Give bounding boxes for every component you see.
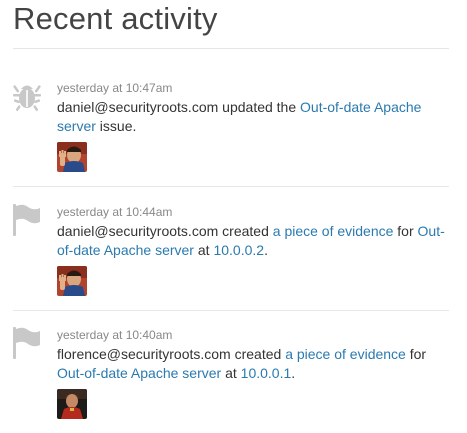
activity-body: yesterday at 10:40am florence@securityro…	[57, 327, 457, 419]
node-link[interactable]: 10.0.0.1	[241, 365, 292, 381]
node-link[interactable]: 10.0.0.2	[213, 242, 264, 258]
activity-sentence: florence@securityroots.com created a pie…	[57, 345, 457, 383]
activity-sentence: daniel@securityroots.com created a piece…	[57, 222, 457, 260]
activity-divider	[13, 186, 449, 187]
activity-timestamp: yesterday at 10:40am	[57, 328, 173, 342]
activity-sentence: daniel@securityroots.com updated the Out…	[57, 98, 457, 136]
activity-text: for	[393, 223, 418, 239]
avatar	[57, 389, 87, 419]
activity-timestamp: yesterday at 10:44am	[57, 205, 173, 219]
issue-link[interactable]: Out-of-date Apache server	[57, 365, 221, 381]
page-title: Recent activity	[13, 1, 218, 36]
activity-timestamp: yesterday at 10:47am	[57, 81, 173, 95]
activity-body: yesterday at 10:44am daniel@securityroot…	[57, 204, 457, 296]
evidence-link[interactable]: a piece of evidence	[285, 346, 406, 362]
evidence-link[interactable]: a piece of evidence	[273, 223, 394, 239]
flag-icon	[12, 327, 42, 361]
activity-verb: created	[230, 346, 286, 362]
avatar	[57, 142, 87, 172]
activity-text: at	[193, 242, 214, 258]
actor-name: daniel@securityroots.com	[57, 223, 219, 239]
activity-divider	[13, 310, 449, 311]
activity-body: yesterday at 10:47am daniel@securityroot…	[57, 80, 457, 172]
title-divider	[13, 48, 449, 49]
flag-icon	[12, 204, 42, 238]
actor-name: florence@securityroots.com	[57, 346, 231, 362]
actor-name: daniel@securityroots.com	[57, 99, 219, 115]
activity-tail: issue.	[95, 118, 137, 134]
activity-text: at	[221, 365, 241, 381]
activity-text: for	[405, 346, 427, 362]
activity-tail: .	[291, 365, 296, 381]
activity-tail: .	[264, 242, 268, 258]
activity-verb: created	[218, 223, 273, 239]
bug-icon	[12, 80, 42, 114]
activity-verb: updated the	[218, 99, 301, 115]
avatar	[57, 266, 87, 296]
